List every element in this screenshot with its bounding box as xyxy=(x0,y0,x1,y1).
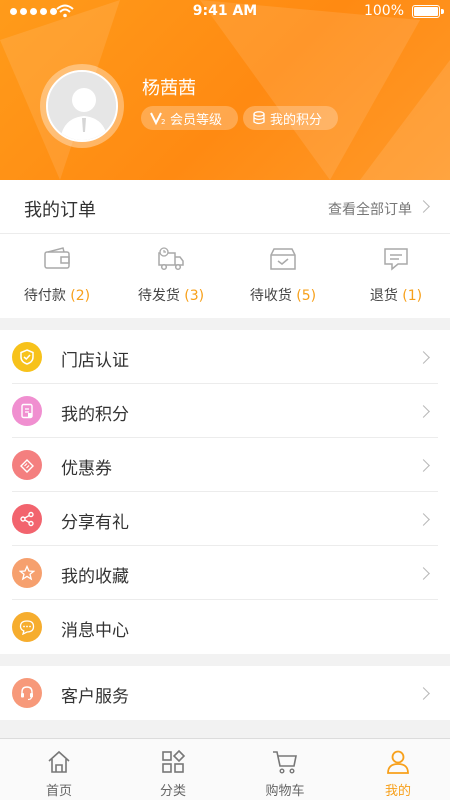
order-pending-receipt[interactable]: 待收货 (5) xyxy=(227,234,339,318)
delivery-truck-icon xyxy=(158,247,184,271)
vip-level-icon: 2 xyxy=(150,112,165,126)
received-box-icon xyxy=(270,248,296,270)
battery-icon xyxy=(412,5,444,18)
bottom-tab-bar: 首页 分类 购物车 我的 xyxy=(0,738,450,800)
order-count: (2) xyxy=(70,288,91,304)
shield-icon xyxy=(12,342,42,372)
profile-header: 9:41 AM 100% 杨茜茜 2 会员等级 我的积分 xyxy=(0,0,450,180)
chevron-right-icon xyxy=(417,459,430,472)
order-pending-payment[interactable]: 待付款 (2) xyxy=(1,234,113,318)
chevron-right-icon xyxy=(417,405,430,418)
order-count: (1) xyxy=(402,288,423,304)
tab-label: 我的 xyxy=(384,784,411,799)
tab-mine[interactable]: 我的 xyxy=(342,739,450,800)
wallet-icon xyxy=(44,247,70,269)
avatar[interactable] xyxy=(46,70,118,142)
order-label: 退货 (1) xyxy=(369,288,423,304)
category-icon xyxy=(162,749,186,773)
tab-label: 购物车 xyxy=(265,784,305,799)
tab-cart[interactable]: 购物车 xyxy=(229,739,341,800)
menu-item-label: 我的积分 xyxy=(61,405,129,425)
chevron-right-icon xyxy=(417,567,430,580)
menu-item-label: 我的收藏 xyxy=(61,567,129,587)
my-points-label: 我的积分 xyxy=(270,112,323,128)
user-icon xyxy=(387,750,409,774)
menu-item-share-gift[interactable]: 分享有礼 xyxy=(0,492,450,546)
orders-header[interactable]: 我的订单 查看全部订单 xyxy=(0,180,450,234)
order-pending-shipment[interactable]: 待发货 (3) xyxy=(115,234,227,318)
points-card-icon xyxy=(12,396,42,426)
coins-icon xyxy=(253,111,265,125)
menu-item-store-certification[interactable]: 门店认证 xyxy=(0,330,450,384)
menu-item-label: 门店认证 xyxy=(61,351,129,371)
member-level-label: 会员等级 xyxy=(170,112,223,128)
cart-icon xyxy=(273,751,297,774)
tab-label: 分类 xyxy=(159,784,186,799)
menu-list: 门店认证 我的积分 优惠券 分享有礼 我的收藏 消息中心 xyxy=(0,330,450,654)
menu-item-label: 客户服务 xyxy=(61,687,129,707)
orders-section: 我的订单 查看全部订单 待付款 (2) 待发货 (3) 待收货 (5) 退货 (… xyxy=(0,180,450,318)
order-count: (5) xyxy=(296,288,317,304)
chevron-right-icon xyxy=(417,687,430,700)
svg-text:2: 2 xyxy=(161,118,165,126)
menu-item-label: 消息中心 xyxy=(61,621,129,641)
chevron-right-icon xyxy=(417,513,430,526)
chevron-right-icon xyxy=(417,351,430,364)
message-icon xyxy=(12,612,42,642)
chevron-right-icon xyxy=(417,200,430,213)
menu-item-label: 优惠券 xyxy=(61,459,112,479)
orders-title: 我的订单 xyxy=(24,200,96,221)
coupon-icon xyxy=(12,450,42,480)
menu-item-my-points[interactable]: 我的积分 xyxy=(0,384,450,438)
service-row[interactable]: 客户服务 xyxy=(0,666,450,720)
headset-icon xyxy=(12,678,42,708)
menu-item-customer-service[interactable]: 客户服务 xyxy=(0,666,450,720)
home-icon xyxy=(48,750,70,773)
star-icon xyxy=(12,558,42,588)
menu-item-label: 分享有礼 xyxy=(61,513,129,533)
tab-home[interactable]: 首页 xyxy=(3,739,115,800)
return-message-icon xyxy=(384,248,408,271)
battery-percent: 100% xyxy=(363,3,404,19)
tab-label: 首页 xyxy=(45,784,72,799)
menu-item-coupons[interactable]: 优惠券 xyxy=(0,438,450,492)
order-return[interactable]: 退货 (1) xyxy=(340,234,450,318)
share-icon xyxy=(12,504,42,534)
order-label: 待付款 (2) xyxy=(23,288,91,304)
menu-item-favorites[interactable]: 我的收藏 xyxy=(0,546,450,600)
status-bar: 9:41 AM 100% xyxy=(0,0,450,24)
my-points-button[interactable]: 我的积分 xyxy=(243,106,338,130)
tab-category[interactable]: 分类 xyxy=(117,739,229,800)
menu-item-message-center[interactable]: 消息中心 xyxy=(0,600,450,654)
order-label: 待发货 (3) xyxy=(137,288,205,304)
order-count: (3) xyxy=(184,288,205,304)
view-all-orders-link[interactable]: 查看全部订单 xyxy=(328,199,412,219)
order-label: 待收货 (5) xyxy=(249,288,317,304)
member-level-button[interactable]: 2 会员等级 xyxy=(141,106,238,130)
user-name: 杨茜茜 xyxy=(142,78,196,99)
